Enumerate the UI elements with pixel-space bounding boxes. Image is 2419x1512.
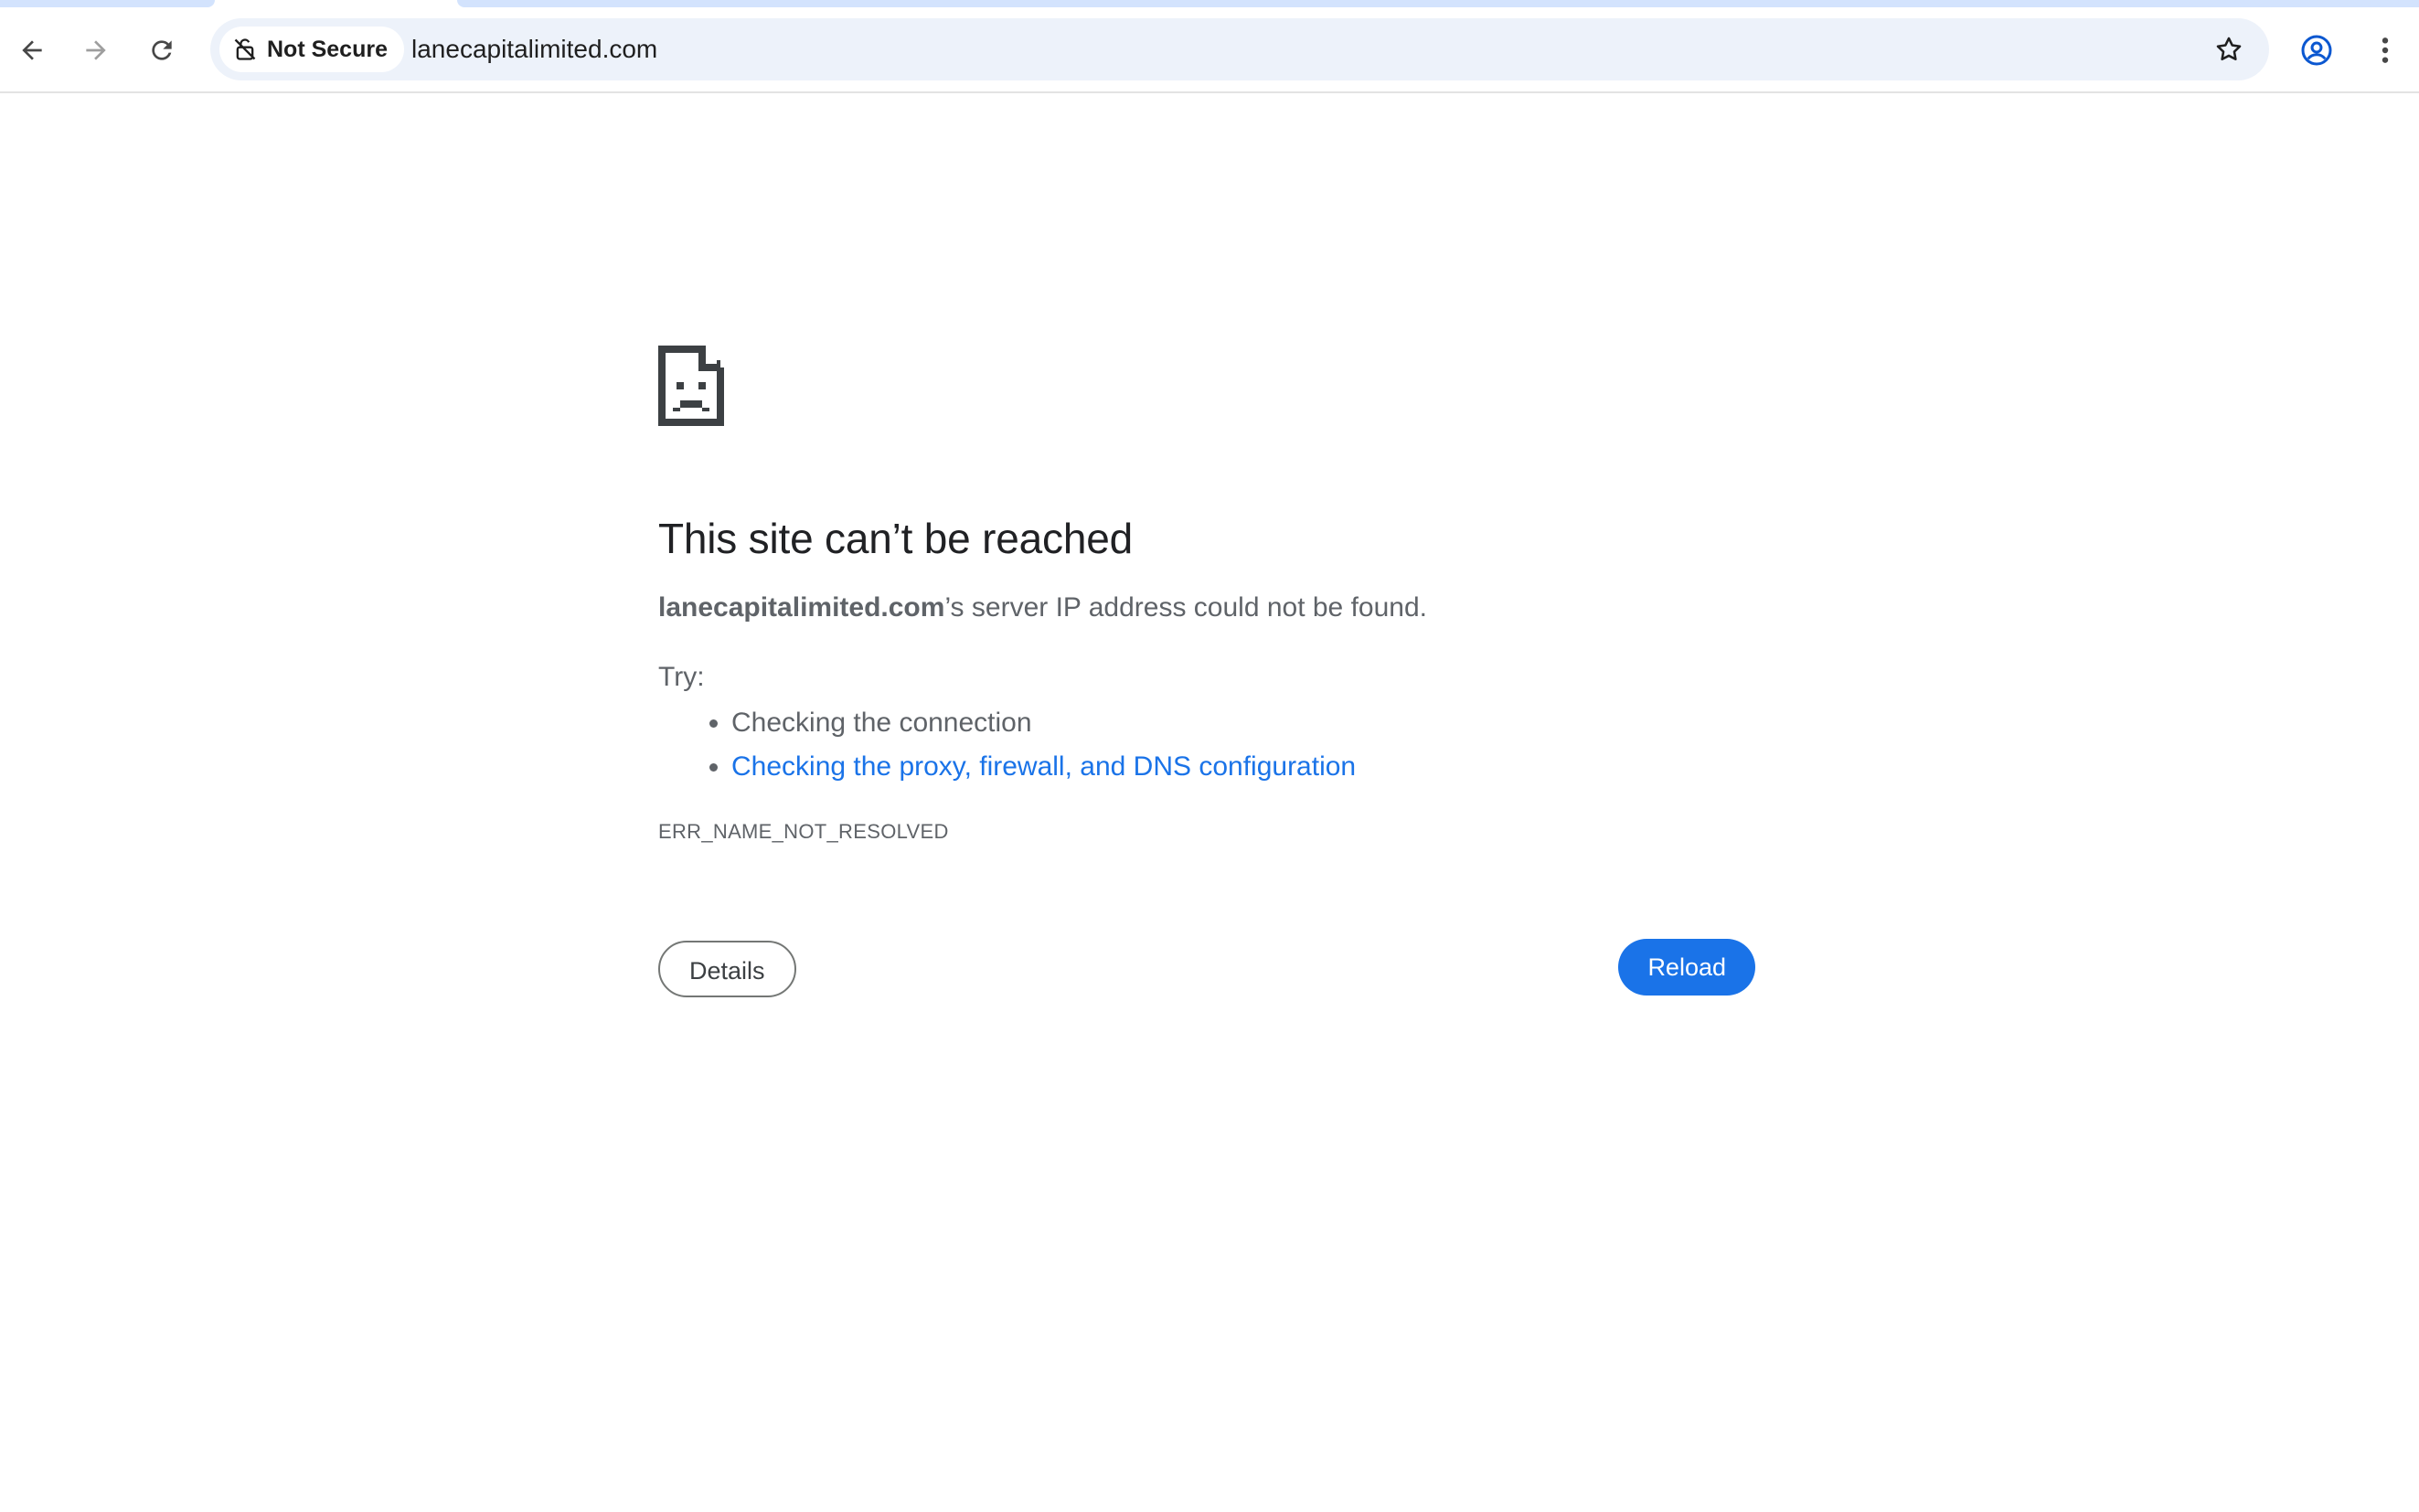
url-text[interactable]: lanecapitalimited.com	[411, 18, 657, 80]
error-heading: This site can’t be reached	[658, 515, 1133, 562]
more-vert-icon	[2382, 37, 2389, 63]
reload-page-button[interactable]	[135, 24, 188, 77]
address-bar[interactable]: Not Secure lanecapitalimited.com	[210, 18, 2269, 80]
sad-document-icon	[658, 346, 724, 426]
arrow-forward-icon	[86, 40, 106, 60]
star-icon	[2216, 37, 2242, 61]
tab-strip	[0, 0, 2419, 7]
error-host: lanecapitalimited.com	[658, 592, 945, 623]
menu-button[interactable]	[2359, 24, 2412, 77]
back-button[interactable]	[5, 24, 59, 77]
bookmark-button[interactable]	[2205, 26, 2253, 73]
profile-icon	[2301, 35, 2332, 66]
forward-button[interactable]	[69, 24, 123, 77]
security-chip-label: Not Secure	[267, 36, 388, 62]
suggestions-list: Checking the connection Checking the pro…	[658, 701, 1755, 789]
reload-icon	[152, 40, 172, 60]
details-button[interactable]: Details	[658, 941, 796, 997]
try-label: Try:	[658, 662, 705, 692]
security-chip[interactable]: Not Secure	[219, 27, 404, 72]
browser-toolbar: Not Secure lanecapitalimited.com	[0, 7, 2419, 93]
suggestion-check-proxy-link[interactable]: Checking the proxy, firewall, and DNS co…	[731, 745, 1755, 789]
error-description: lanecapitalimited.com’s server IP addres…	[658, 590, 1755, 626]
error-description-text: ’s server IP address could not be found.	[944, 592, 1427, 623]
tab-strip-segment	[457, 0, 2419, 7]
tab-strip-segment	[0, 0, 215, 7]
suggestion-check-connection: Checking the connection	[731, 701, 1755, 745]
profile-button[interactable]	[2290, 24, 2343, 77]
button-row: Details Reload	[658, 939, 1755, 1001]
error-page-content: This site can’t be reached lanecapitalim…	[658, 346, 1755, 1001]
arrow-back-icon	[22, 40, 42, 60]
reload-button[interactable]: Reload	[1618, 939, 1755, 996]
error-code: ERR_NAME_NOT_RESOLVED	[658, 820, 949, 843]
not-secure-icon	[234, 38, 256, 60]
